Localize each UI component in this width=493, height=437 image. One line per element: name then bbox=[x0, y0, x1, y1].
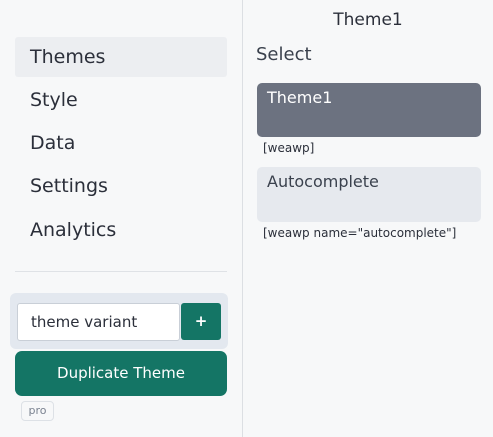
sidebar: Themes Style Data Settings Analytics + D… bbox=[0, 0, 243, 437]
page-title: Theme1 bbox=[333, 10, 403, 30]
duplicate-theme-button[interactable]: Duplicate Theme bbox=[15, 351, 227, 396]
theme-card-theme1[interactable]: Theme1 bbox=[257, 83, 481, 137]
sidebar-item-style[interactable]: Style bbox=[15, 80, 227, 120]
select-label: Select bbox=[256, 44, 312, 65]
sidebar-item-themes[interactable]: Themes bbox=[15, 37, 227, 77]
panel-divider bbox=[242, 0, 243, 437]
theme-shortcode: [weawp name="autocomplete"] bbox=[263, 226, 457, 240]
add-variant-button[interactable]: + bbox=[181, 303, 221, 340]
theme-card-name: Theme1 bbox=[267, 88, 333, 107]
sidebar-divider bbox=[15, 271, 227, 272]
sidebar-item-data[interactable]: Data bbox=[15, 123, 227, 163]
pro-badge: pro bbox=[21, 401, 54, 421]
theme-variant-input[interactable] bbox=[17, 303, 180, 341]
theme-card-autocomplete[interactable]: Autocomplete bbox=[257, 167, 481, 222]
sidebar-item-analytics[interactable]: Analytics bbox=[15, 210, 227, 250]
theme-shortcode: [weawp] bbox=[263, 141, 315, 155]
theme-card-name: Autocomplete bbox=[267, 172, 379, 191]
sidebar-item-settings[interactable]: Settings bbox=[15, 166, 227, 206]
